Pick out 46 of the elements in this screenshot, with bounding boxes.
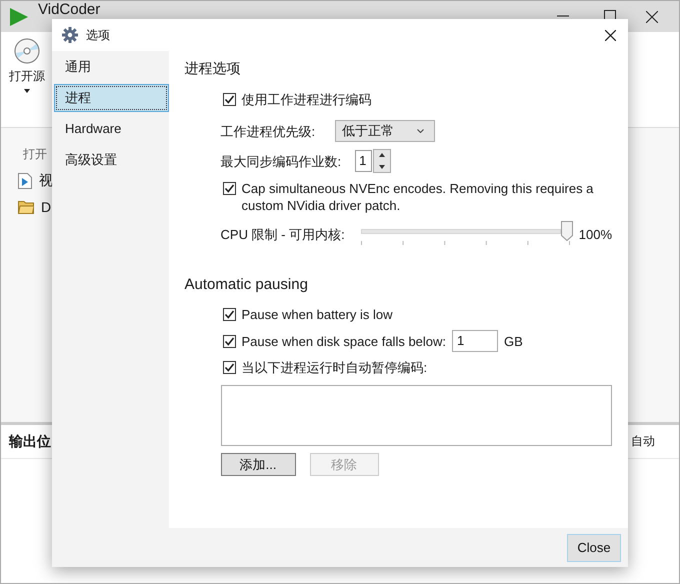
checkbox[interactable]	[222, 334, 236, 348]
unit-label: GB	[504, 332, 523, 350]
checkbox[interactable]	[222, 361, 236, 374]
output-label: 输出位	[9, 432, 51, 450]
window-title: VidCoder	[38, 2, 100, 17]
close-icon[interactable]	[605, 30, 616, 40]
checkbox[interactable]	[222, 308, 236, 321]
open-source-button[interactable]: 打开源	[1, 32, 53, 93]
close-icon[interactable]	[646, 11, 658, 23]
priority-dropdown[interactable]: 低于正常	[335, 120, 436, 142]
nav-item[interactable]: 通用	[54, 53, 169, 81]
checkbox-label: Pause when battery is low	[242, 306, 393, 323]
close-button[interactable]: Close	[567, 534, 621, 562]
slider-value: 100%	[578, 226, 612, 242]
checkbox-label: 使用工作进程进行编码	[242, 91, 373, 108]
app-logo-icon	[9, 8, 29, 26]
folder-icon	[18, 200, 34, 214]
slider-thumb[interactable]	[560, 221, 573, 241]
checkbox-label: Cap simultaneous NVEnc encodes. Removing this requires a custom NVidia driver patch.	[242, 180, 594, 214]
recent-item[interactable]: 视	[18, 172, 53, 190]
checkbox-label: 当以下进程运行时自动暂停编码:	[242, 359, 428, 376]
list-button[interactable]: 添加...	[220, 453, 296, 476]
minimize-icon[interactable]	[557, 15, 569, 17]
caret-icon	[24, 89, 30, 93]
nav-item[interactable]: Hardware	[54, 115, 169, 143]
field-label: 最大同步编码作业数:	[220, 152, 342, 170]
checkbox[interactable]	[222, 93, 236, 106]
slider-label: CPU 限制 - 可用内核:	[220, 226, 345, 242]
checkbox-label: Pause when disk space falls below:	[242, 332, 446, 350]
disk-space-field[interactable]: 1	[452, 330, 498, 352]
output-value: 自动	[631, 433, 655, 450]
section-title: 进程选项	[184, 60, 242, 78]
nav-item[interactable]: 高级设置	[54, 146, 169, 174]
recent-item[interactable]: D	[18, 199, 52, 215]
section-heading: 打开	[23, 146, 47, 163]
disc-icon	[14, 38, 40, 64]
nav-item[interactable]: 进程	[54, 84, 169, 112]
field-label: 工作进程优先级:	[220, 122, 316, 140]
dialog-title: 选项	[86, 26, 110, 44]
video-file-icon	[18, 173, 32, 189]
chevron-icon	[417, 129, 424, 133]
number-field[interactable]: 1	[355, 150, 372, 172]
section-title: Automatic pausing	[184, 276, 309, 293]
settings-icon	[62, 27, 78, 43]
spinner-arrows[interactable]	[373, 149, 392, 173]
checkbox[interactable]	[222, 182, 236, 195]
